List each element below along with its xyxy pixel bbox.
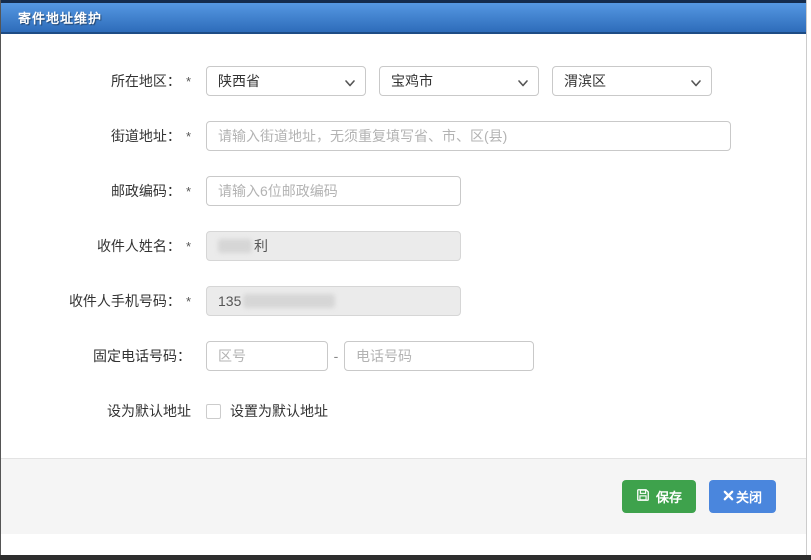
recipient-mobile-visible-prefix: 135 <box>218 293 241 309</box>
recipient-name-field-disabled: 利 <box>206 231 461 261</box>
province-select[interactable]: 陕西省 <box>206 66 366 96</box>
bottom-white-strip <box>1 534 806 555</box>
close-x-icon <box>723 489 734 504</box>
recipient-name-row: 收件人姓名：* 利 <box>1 231 806 261</box>
dialog-stage: 寄件地址维护 所在地区：* 陕西省 宝鸡市 <box>0 0 811 560</box>
close-button-label: 关闭 <box>736 487 762 506</box>
province-select-value: 陕西省 <box>218 71 260 91</box>
redaction-blur <box>243 294 335 308</box>
region-row: 所在地区：* 陕西省 宝鸡市 渭滨区 <box>1 66 806 96</box>
landline-row: 固定电话号码： - <box>1 341 806 371</box>
city-select[interactable]: 宝鸡市 <box>379 66 539 96</box>
recipient-mobile-label: 收件人手机号码：* <box>1 291 191 311</box>
recipient-name-label: 收件人姓名：* <box>1 236 191 256</box>
chevron-down-icon <box>690 76 702 94</box>
default-address-row: 设为默认地址 设置为默认地址 <box>1 396 806 426</box>
default-address-checkbox-label: 设置为默认地址 <box>230 401 328 421</box>
dialog-footer: 保存 关闭 <box>1 458 806 534</box>
chevron-down-icon <box>517 76 529 94</box>
address-form: 所在地区：* 陕西省 宝鸡市 渭滨区 <box>1 34 806 458</box>
landline-separator: - <box>328 348 344 364</box>
close-button[interactable]: 关闭 <box>709 480 776 513</box>
postcode-input[interactable] <box>206 176 461 206</box>
chevron-down-icon <box>344 76 356 94</box>
recipient-mobile-field-disabled: 135 <box>206 286 461 316</box>
street-row: 街道地址：* <box>1 121 806 151</box>
street-address-input[interactable] <box>206 121 731 151</box>
default-address-checkbox[interactable] <box>206 404 221 419</box>
street-label: 街道地址：* <box>1 126 191 146</box>
postcode-label: 邮政编码：* <box>1 181 191 201</box>
dialog-titlebar: 寄件地址维护 <box>1 0 806 34</box>
redaction-blur <box>218 239 252 253</box>
district-select-value: 渭滨区 <box>564 71 606 91</box>
postcode-row: 邮政编码：* <box>1 176 806 206</box>
landline-number-input[interactable] <box>344 341 534 371</box>
required-mark: * <box>186 74 191 89</box>
district-select[interactable]: 渭滨区 <box>552 66 712 96</box>
window-bottom-border <box>0 555 811 560</box>
required-mark: * <box>186 239 191 254</box>
area-code-input[interactable] <box>206 341 328 371</box>
required-mark: * <box>186 184 191 199</box>
save-button-label: 保存 <box>656 487 682 506</box>
recipient-name-visible-text: 利 <box>254 236 268 256</box>
required-mark: * <box>186 129 191 144</box>
recipient-mobile-row: 收件人手机号码：* 135 <box>1 286 806 316</box>
address-maintenance-dialog: 寄件地址维护 所在地区：* 陕西省 宝鸡市 <box>0 0 807 555</box>
save-button[interactable]: 保存 <box>622 480 696 513</box>
dialog-title: 寄件地址维护 <box>18 8 102 27</box>
required-mark: * <box>186 294 191 309</box>
save-icon <box>636 488 650 505</box>
landline-label: 固定电话号码： <box>1 346 191 366</box>
city-select-value: 宝鸡市 <box>391 71 433 91</box>
default-address-label: 设为默认地址 <box>1 401 191 421</box>
region-label: 所在地区：* <box>1 71 191 91</box>
